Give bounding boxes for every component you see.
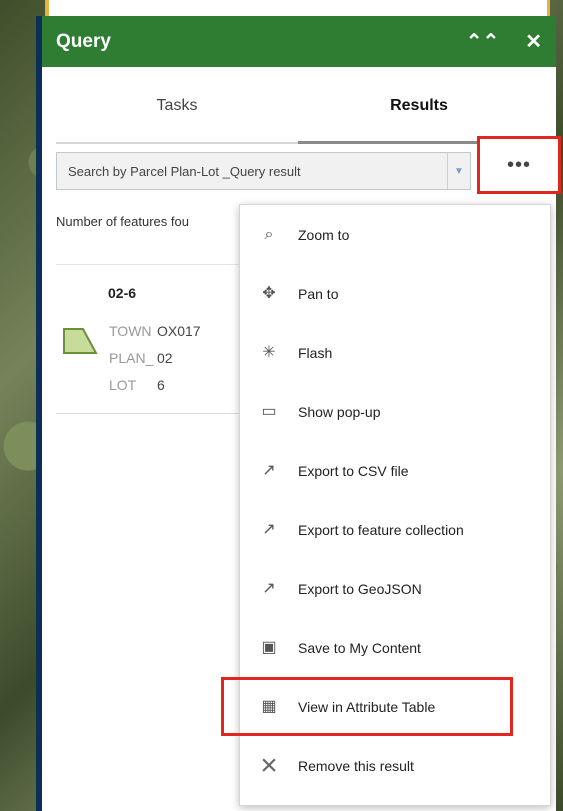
menu-item-flash[interactable]: ✳ Flash xyxy=(240,323,550,382)
menu-item-label: Export to CSV file xyxy=(298,462,409,479)
menu-item-label: Pan to xyxy=(298,285,339,302)
menu-item-label: Flash xyxy=(298,344,333,361)
panel-title: Query xyxy=(56,30,111,52)
menu-item-view-attribute-table[interactable]: ▦ View in Attribute Table xyxy=(221,677,513,736)
table-icon: ▦ xyxy=(261,697,277,715)
attribute-value: OX017 xyxy=(157,323,201,339)
menu-item-zoom-to[interactable]: ⌕ Zoom to xyxy=(240,205,550,264)
search-result-select[interactable]: Search by Parcel Plan-Lot _Query result … xyxy=(56,152,471,190)
attribute-label: TOWN xyxy=(109,323,152,339)
attribute-label: LOT xyxy=(109,377,137,393)
export-icon: ↗ xyxy=(262,461,276,479)
more-options-button[interactable]: ••• xyxy=(477,136,561,194)
feature-count-label: Number of features fou xyxy=(56,214,189,229)
attribute-row-lot: LOT 6 xyxy=(109,377,165,393)
result-actions-menu: ⌕ Zoom to ✥ Pan to ✳ Flash ▭ Show pop-up… xyxy=(221,204,551,806)
map-toolbar-strip xyxy=(45,0,550,16)
attribute-value: 02 xyxy=(157,350,173,366)
panel-tabs: Tasks Results xyxy=(56,67,540,144)
menu-item-label: Export to feature collection xyxy=(298,521,464,538)
attribute-row-plan: PLAN_ 02 xyxy=(109,350,173,366)
menu-item-label: Remove this result xyxy=(298,757,414,774)
menu-item-label: Show pop-up xyxy=(298,403,381,420)
pan-to-icon: ✥ xyxy=(262,284,276,302)
menu-item-save-to-my-content[interactable]: ▣ Save to My Content xyxy=(240,618,550,677)
query-panel: Query ⌃⌃ ✕ Tasks Results Search by Parce… xyxy=(36,16,561,811)
remove-icon: × xyxy=(260,748,278,782)
tab-tasks[interactable]: Tasks xyxy=(56,67,298,144)
menu-item-remove-result[interactable]: × Remove this result xyxy=(240,736,550,795)
export-icon: ↗ xyxy=(262,579,276,597)
close-icon[interactable]: ✕ xyxy=(525,32,542,52)
parcel-polygon-icon xyxy=(63,328,98,354)
menu-item-label: Export to GeoJSON xyxy=(298,580,422,597)
menu-item-label: Zoom to xyxy=(298,226,350,243)
map-background: Query ⌃⌃ ✕ Tasks Results Search by Parce… xyxy=(0,0,563,811)
flash-icon: ✳ xyxy=(262,343,276,361)
menu-item-export-feature-collection[interactable]: ↗ Export to feature collection xyxy=(240,500,550,559)
attribute-label: PLAN_ xyxy=(109,350,154,366)
tab-results[interactable]: Results xyxy=(298,67,540,144)
popup-icon: ▭ xyxy=(261,402,277,420)
zoom-to-icon: ⌕ xyxy=(264,225,274,243)
menu-item-label: Save to My Content xyxy=(298,639,421,656)
menu-item-export-csv[interactable]: ↗ Export to CSV file xyxy=(240,441,550,500)
attribute-value: 6 xyxy=(157,377,165,393)
chevron-down-icon[interactable]: ▼ xyxy=(447,153,470,189)
panel-header: Query ⌃⌃ ✕ xyxy=(42,16,556,67)
menu-item-pan-to[interactable]: ✥ Pan to xyxy=(240,264,550,323)
search-result-value: Search by Parcel Plan-Lot _Query result xyxy=(68,163,301,179)
menu-item-show-popup[interactable]: ▭ Show pop-up xyxy=(240,382,550,441)
attribute-row-town: TOWN OX017 xyxy=(109,323,201,339)
result-title: 02-6 xyxy=(108,285,137,301)
menu-item-export-geojson[interactable]: ↗ Export to GeoJSON xyxy=(240,559,550,618)
export-icon: ↗ xyxy=(262,520,276,538)
save-icon: ▣ xyxy=(261,638,277,656)
menu-item-label: View in Attribute Table xyxy=(298,698,436,715)
double-chevron-up-icon[interactable]: ⌃⌃ xyxy=(466,32,500,52)
